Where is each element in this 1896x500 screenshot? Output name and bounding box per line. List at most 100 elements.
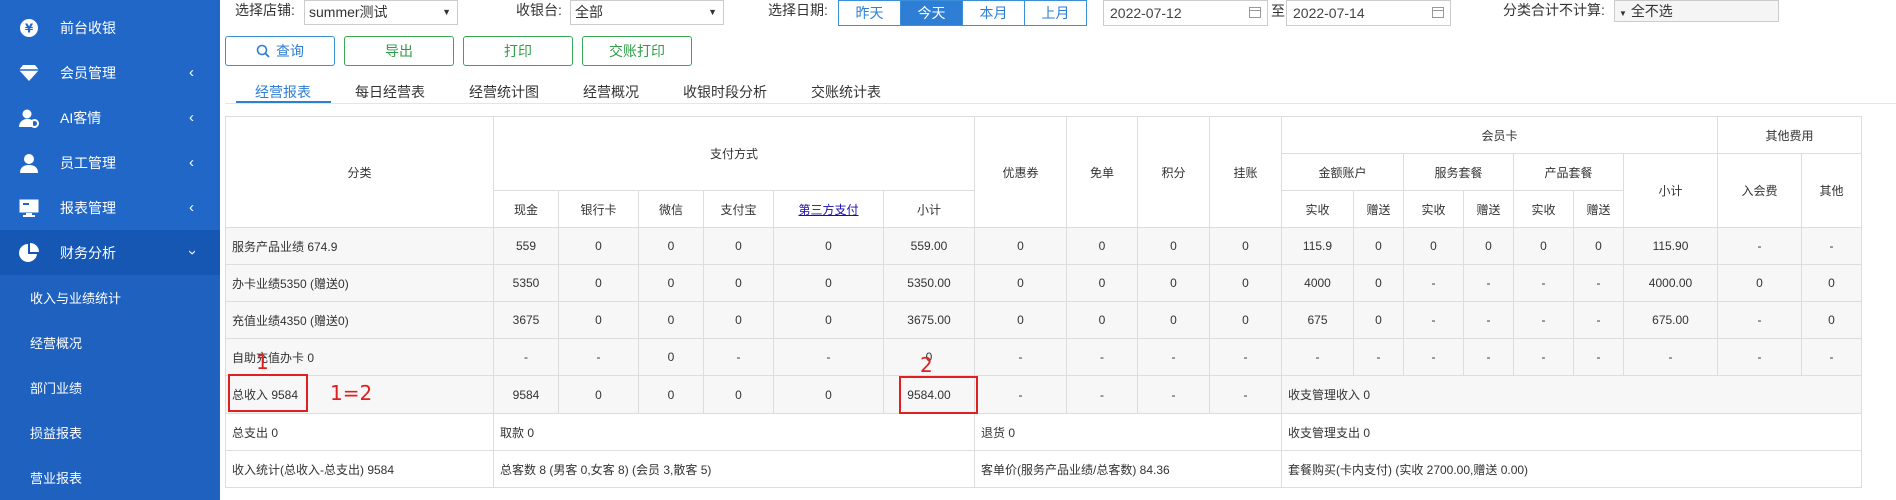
register-select[interactable]: 全部 ▼ (570, 0, 724, 25)
header-member-subtotal: 小计 (1623, 153, 1718, 228)
sidebar-item-reports[interactable]: 报表管理 ‹ (0, 185, 220, 230)
table-row: 自助充值办卡 0--0--0------------- (225, 338, 1862, 376)
yen-icon: ¥ (18, 17, 40, 39)
table-cell: 675 (1281, 301, 1354, 339)
table-cell: - (1281, 338, 1354, 376)
sidebar-item-label: 员工管理 (60, 154, 116, 171)
export-button[interactable]: 导出 (344, 36, 454, 66)
table-cell: 3675.00 (883, 301, 975, 339)
header-alipay: 支付宝 (703, 190, 774, 228)
sidebar-item-cashier[interactable]: ¥ 前台收银 (0, 5, 220, 50)
date-separator: 至 (1271, 3, 1285, 19)
tab-overview[interactable]: 经营概况 (583, 82, 639, 102)
table-cell: 0 (1066, 227, 1138, 265)
submenu-item-income-stats[interactable]: 收入与业绩统计 (0, 275, 220, 320)
table-cell: 0 (773, 264, 884, 302)
table-cell: 0 (974, 264, 1067, 302)
quick-date-yesterday[interactable]: 昨天 (839, 1, 901, 25)
submenu-item-business-overview[interactable]: 经营概况 (0, 320, 220, 365)
table-cell: 0 (1801, 264, 1862, 302)
annotation-label-2: 2 (920, 353, 933, 377)
table-cell: 0 (1513, 227, 1574, 265)
chevron-left-icon: ‹ (189, 64, 194, 81)
quick-date-today[interactable]: 今天 (901, 1, 963, 25)
submenu-item-profit-loss[interactable]: 损益报表 (0, 410, 220, 455)
sidebar-item-finance[interactable]: 财务分析 ‹ (0, 230, 220, 275)
sidebar-item-ai[interactable]: AI客情 ‹ (0, 95, 220, 140)
table-cell: - (1623, 338, 1718, 376)
table-cell: 0 (1066, 301, 1138, 339)
table-row: 充值业绩4350 (赠送0) 3675 0 0 0 0 3675.00 0 0 0 0 675 0- - -… (225, 301, 1862, 339)
header-third-party-link[interactable]: 第三方支付 (773, 190, 884, 228)
tab-business-report[interactable]: 经营报表 (255, 82, 311, 102)
quick-date-last-month[interactable]: 上月 (1025, 1, 1086, 25)
table-cell: - (1403, 301, 1464, 339)
table-cell: 0 (558, 301, 639, 339)
table-cell: - (1717, 338, 1802, 376)
submenu-item-department-performance[interactable]: 部门业绩 (0, 365, 220, 410)
sidebar-item-members[interactable]: 会员管理 ‹ (0, 50, 220, 95)
table-cell: 0 (773, 301, 884, 339)
table-cell: - (1573, 301, 1624, 339)
third-party-link[interactable]: 第三方支付 (798, 203, 858, 217)
sidebar-item-staff[interactable]: 员工管理 ‹ (0, 140, 220, 185)
tab-time-analysis[interactable]: 收银时段分析 (683, 82, 767, 102)
table-cell: - (1066, 375, 1138, 414)
caret-down-icon: ▼ (442, 7, 451, 17)
table-cell: 0 (773, 227, 884, 265)
header-other-fees: 其他费用 (1717, 116, 1862, 154)
print-button[interactable]: 打印 (463, 36, 573, 66)
table-cell: 559.00 (883, 227, 975, 265)
table-cell: 0 (638, 264, 704, 302)
table-cell: 0 (703, 301, 774, 339)
table-cell: - (1717, 227, 1802, 265)
table-cell: 559 (493, 227, 559, 265)
table-row: 办卡业绩5350 (赠送0) 5350 0 0 0 0 5350.00 0 0 0 0 4000 0- -… (225, 264, 1862, 302)
table-cell: - (1353, 338, 1404, 376)
summary-cell: 总客数 8 (男客 0,女客 8) (会员 3,散客 5) (493, 450, 975, 488)
table-cell: - (1463, 264, 1514, 302)
header-wechat: 微信 (638, 190, 704, 228)
exclude-select[interactable]: ▼ 全不选 (1614, 0, 1779, 22)
quick-date-group: 昨天 今天 本月 上月 (838, 0, 1087, 26)
table-cell: 0 (558, 375, 639, 414)
table-cell: - (1403, 264, 1464, 302)
handover-print-button[interactable]: 交账打印 (582, 36, 692, 66)
table-cell: 0 (638, 227, 704, 265)
quick-date-this-month[interactable]: 本月 (963, 1, 1025, 25)
submenu-label: 部门业绩 (30, 381, 83, 396)
header-credit: 挂账 (1209, 116, 1282, 228)
caret-down-icon: ▼ (708, 7, 717, 17)
table-cell: - (1513, 264, 1574, 302)
table-cell: 0 (1137, 227, 1210, 265)
date-from-input[interactable]: 2022-07-12 (1103, 0, 1268, 26)
table-cell: - (1463, 338, 1514, 376)
tab-handover-stats[interactable]: 交账统计表 (811, 82, 881, 102)
total-income-row: 总收入 9584 9584 0 0 0 0 9584.00 - - - - 收支… (225, 375, 1862, 414)
submenu-item-operating-report[interactable]: 营业报表 (0, 455, 220, 500)
table-cell: 115.90 (1623, 227, 1718, 265)
sidebar-item-label: 报表管理 (60, 199, 116, 216)
sidebar: ¥ 前台收银 会员管理 ‹ AI客情 ‹ 员工管理 ‹ 报表管理 ‹ 财务分析 (0, 0, 220, 500)
header-service-actual: 实收 (1403, 190, 1464, 228)
table-cell: 9584 (493, 375, 559, 414)
annotation-equation: 1=2 (330, 381, 373, 405)
summary-cell: 总支出 0 (225, 413, 494, 451)
tab-daily-report[interactable]: 每日经营表 (355, 82, 425, 102)
svg-text:¥: ¥ (25, 21, 34, 35)
table-cell: 115.9 (1281, 227, 1354, 265)
query-button[interactable]: 查询 (225, 36, 335, 66)
submenu-label: 收入与业绩统计 (30, 291, 122, 306)
store-select[interactable]: summer测试 ▼ (304, 0, 458, 25)
table-cell: 0 (1353, 301, 1404, 339)
date-from-value: 2022-07-12 (1110, 5, 1182, 21)
annotation-box-2 (899, 376, 978, 414)
table-cell: 0 (1463, 227, 1514, 265)
row-category: 服务产品业绩 674.9 (225, 227, 494, 265)
exclude-label: 分类合计不计算: (1503, 2, 1605, 18)
table-cell: - (974, 375, 1067, 414)
calendar-icon (1249, 7, 1261, 18)
table-cell: 0 (1717, 264, 1802, 302)
date-to-input[interactable]: 2022-07-14 (1286, 0, 1451, 26)
tab-stats-chart[interactable]: 经营统计图 (469, 82, 539, 102)
